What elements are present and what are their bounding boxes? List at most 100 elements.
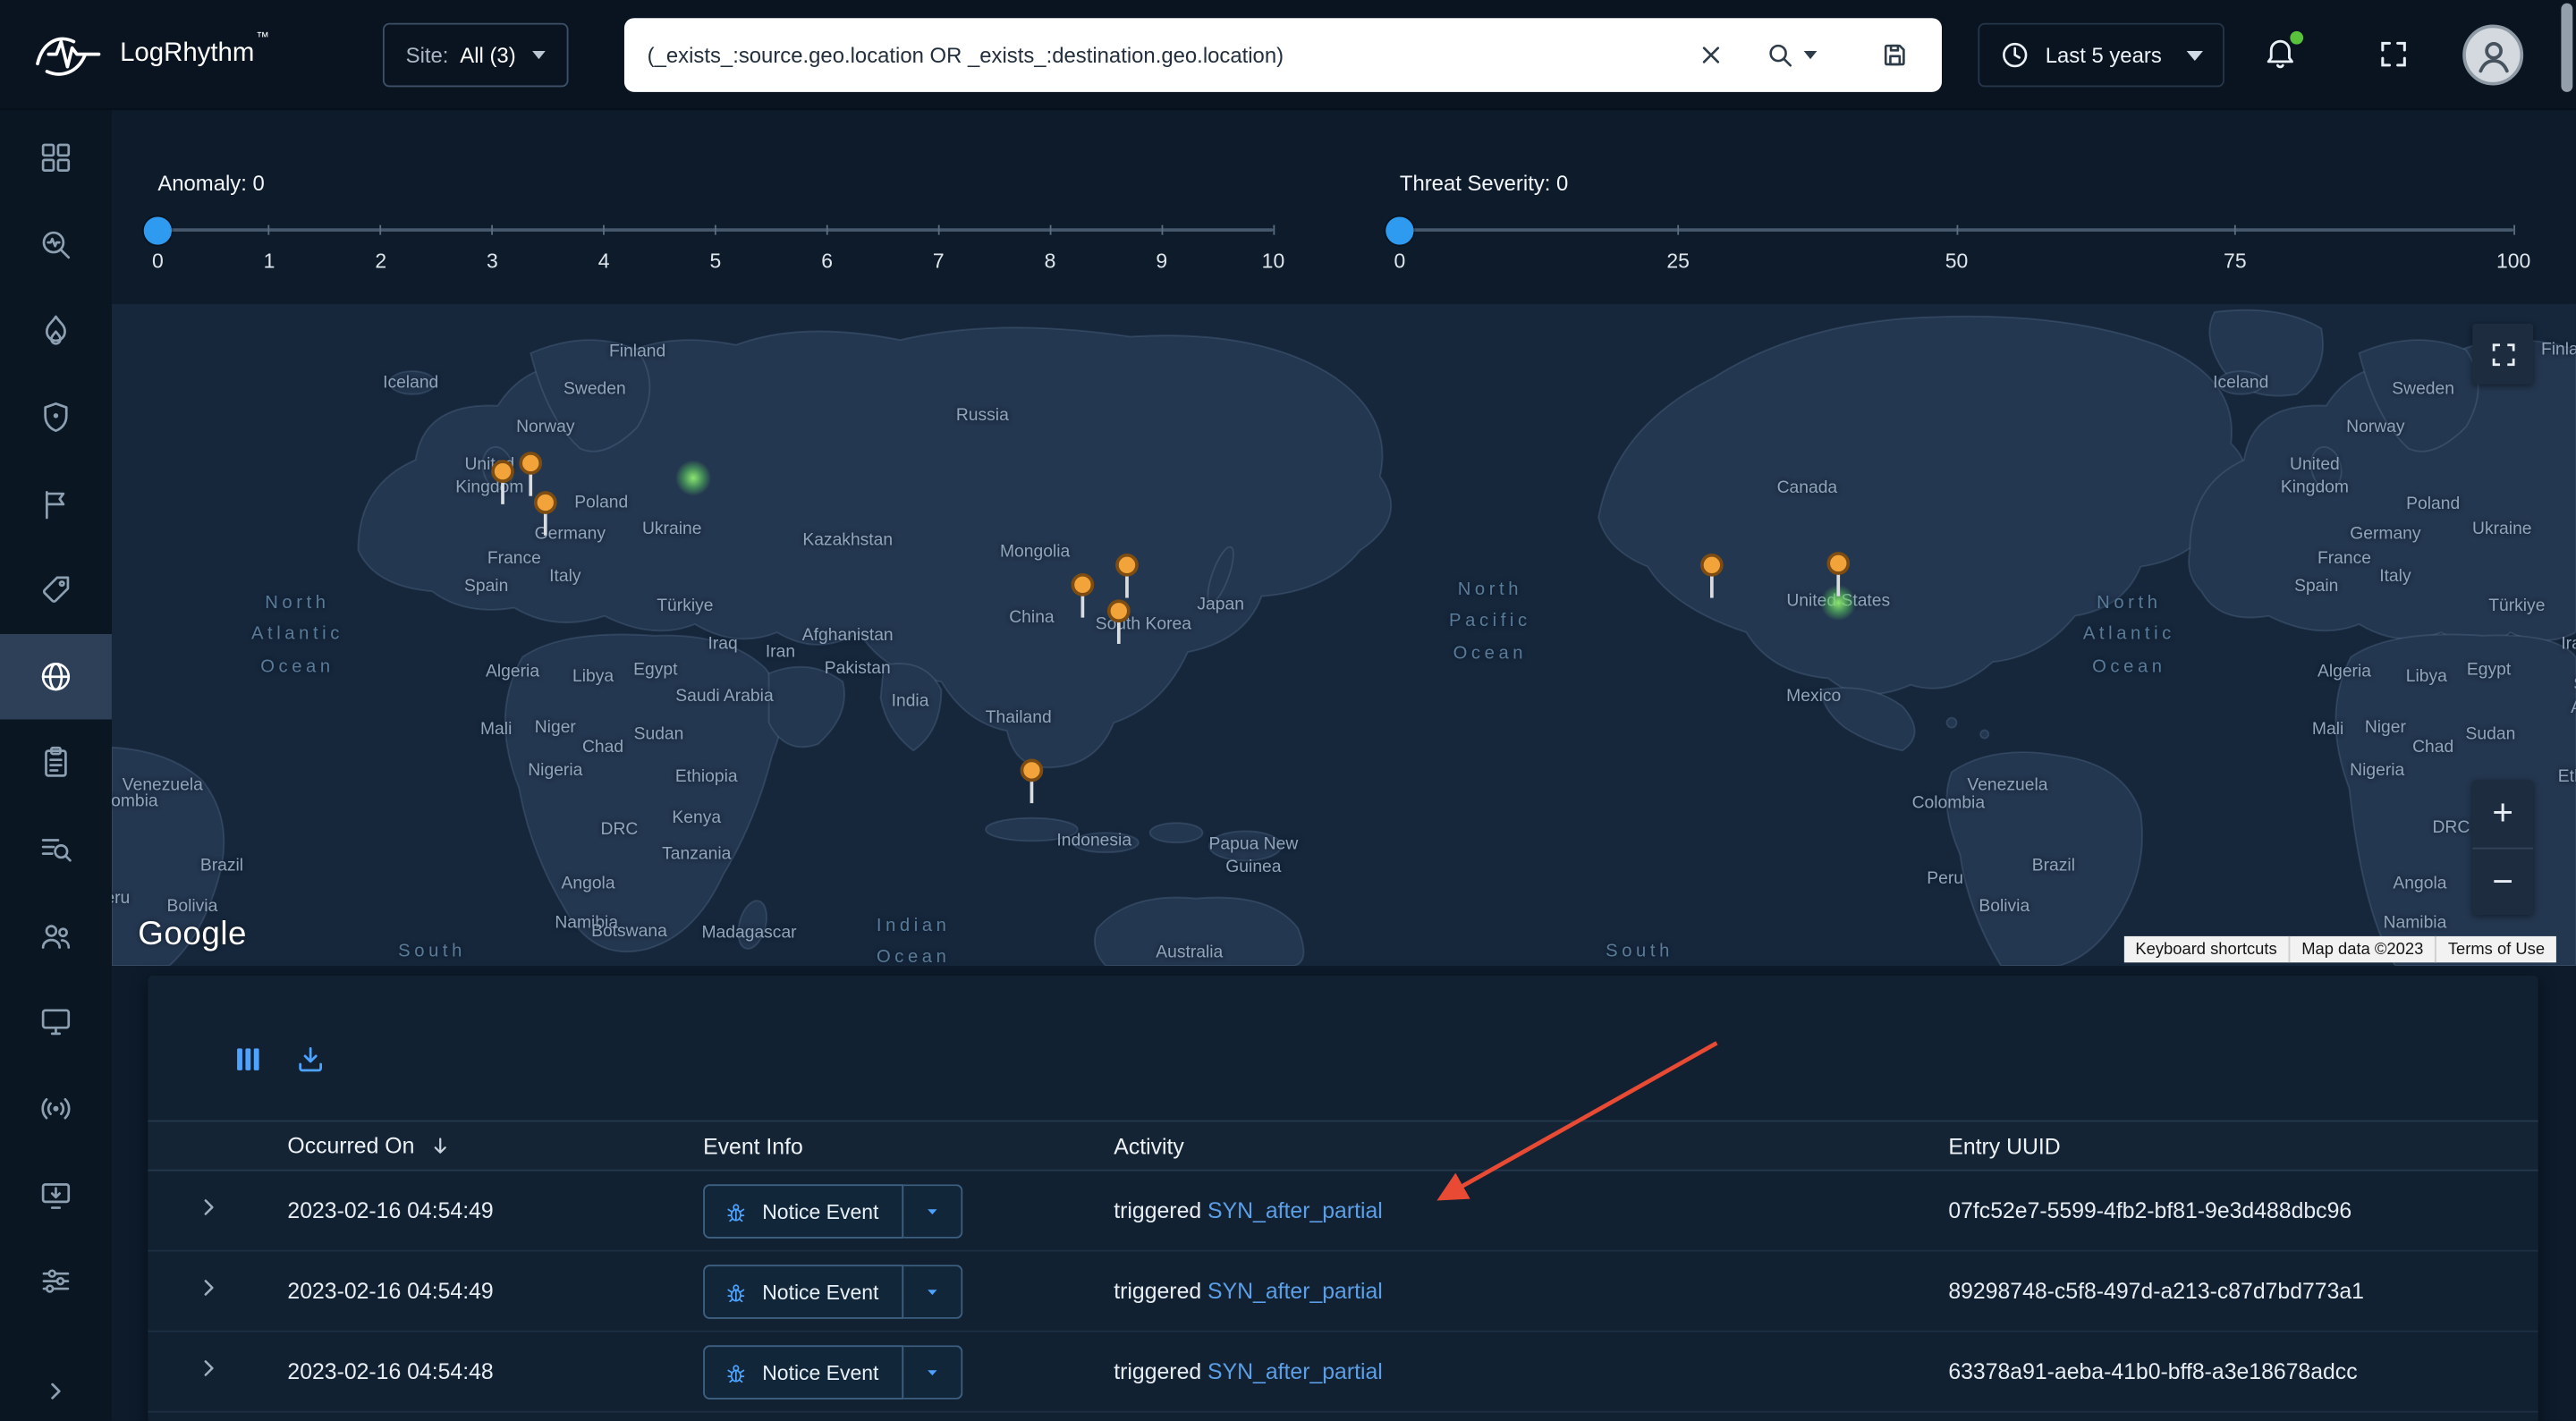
slider-tick-label: 8	[1045, 250, 1056, 273]
table-toolbar	[148, 976, 2538, 1121]
map-pin[interactable]	[534, 491, 557, 537]
sidebar-item-list-search[interactable]	[0, 807, 112, 892]
search-button[interactable]	[1755, 30, 1804, 80]
slider-tick-label: 7	[933, 250, 945, 273]
save-search-button[interactable]	[1869, 30, 1919, 80]
anomaly-slider-handle[interactable]	[144, 216, 172, 244]
row-expander[interactable]	[194, 1353, 230, 1389]
person-icon	[2471, 34, 2514, 77]
slider-tick	[1049, 225, 1051, 235]
clear-search-button[interactable]	[1685, 30, 1734, 80]
sidebar-item-search-pulse[interactable]	[0, 201, 112, 287]
slider-tick	[380, 225, 382, 235]
sidebar-item-broadcast[interactable]	[0, 1066, 112, 1152]
map-zoom-control: + −	[2472, 780, 2533, 915]
sidebar-item-clipboard[interactable]	[0, 720, 112, 806]
geo-map[interactable]: FinlandIcelandSwedenNorwayRussiaUnited K…	[112, 304, 2576, 966]
chevron-right-icon	[194, 1353, 224, 1383]
events-panel: Occurred On Event Info Activity Entry UU…	[148, 976, 2538, 1421]
fullscreen-icon	[2377, 38, 2411, 71]
bug-icon	[723, 1279, 749, 1305]
time-range-selector[interactable]: Last 5 years	[1978, 23, 2224, 88]
site-label: Site:	[406, 43, 449, 68]
search-icon	[1766, 41, 1793, 69]
map-pin[interactable]	[1021, 759, 1044, 805]
notifications-button[interactable]	[2262, 35, 2301, 74]
threat-slider-handle[interactable]	[1385, 216, 1413, 244]
sidebar-item-tag[interactable]	[0, 547, 112, 633]
slider-tick-label: 2	[375, 250, 386, 273]
sidebar-item-people[interactable]	[0, 893, 112, 979]
notice-event-caret[interactable]	[903, 1184, 962, 1239]
threat-slider-label: Threat Severity: 0	[1400, 171, 1568, 196]
anomaly-slider-track[interactable]: 012345678910	[157, 228, 1273, 232]
map-fullscreen-button[interactable]	[2472, 324, 2533, 385]
slider-tick-label: 50	[1945, 250, 1969, 273]
uuid-cell: 89298748-c5f8-497d-a213-c87d7bd773a1	[1948, 1279, 2364, 1304]
pin-ball	[1115, 554, 1139, 577]
table-header: Occurred On Event Info Activity Entry UU…	[148, 1121, 2538, 1171]
fullscreen-icon	[2488, 339, 2518, 368]
chevron-down-icon	[919, 1199, 945, 1224]
map-pin[interactable]	[1072, 573, 1095, 619]
slider-tick-label: 25	[1666, 250, 1690, 273]
save-icon	[1880, 41, 1908, 69]
site-selector[interactable]: Site: All (3)	[383, 23, 568, 88]
pin-ball	[1021, 759, 1044, 782]
map-pin[interactable]	[491, 460, 514, 505]
threat-slider-track[interactable]: 0255075100	[1400, 228, 2513, 232]
header-occurred-on[interactable]: Occurred On	[287, 1132, 453, 1158]
sidebar-item-flag[interactable]	[0, 461, 112, 546]
activity-cell: triggered SYN_after_partial	[1114, 1198, 1383, 1223]
fullscreen-button[interactable]	[2377, 38, 2411, 71]
app-window: LogRhythm™ Site: All (3) Last 5 years	[0, 0, 2576, 1421]
flag-icon	[38, 486, 73, 521]
map-pin[interactable]	[1107, 599, 1131, 645]
search-options-caret[interactable]	[1804, 51, 1818, 59]
row-expander[interactable]	[194, 1273, 230, 1308]
search-input[interactable]	[648, 43, 1686, 68]
terms-of-use-link[interactable]: Terms of Use	[2435, 936, 2556, 962]
activity-link[interactable]: SYN_after_partial	[1208, 1198, 1383, 1223]
keyboard-shortcuts-link[interactable]: Keyboard shortcuts	[2124, 936, 2289, 962]
map-pin[interactable]	[1826, 552, 1850, 597]
zoom-out-button[interactable]: −	[2472, 847, 2533, 915]
notice-event-label: Notice Event	[762, 1281, 878, 1304]
slider-tick	[1273, 225, 1275, 235]
sidebar-collapse-button[interactable]	[0, 1366, 112, 1416]
sidebar-item-monitor[interactable]	[0, 979, 112, 1065]
notice-event-button[interactable]: Notice Event	[703, 1265, 903, 1319]
column-settings-button[interactable]	[232, 1043, 267, 1078]
download-icon	[294, 1043, 327, 1076]
map-pin[interactable]	[1115, 554, 1139, 599]
notice-event-button[interactable]: Notice Event	[703, 1184, 903, 1239]
notice-event-button[interactable]: Notice Event	[703, 1345, 903, 1400]
logrhythm-logo[interactable]: LogRhythm™	[33, 26, 269, 81]
sidebar-item-shield[interactable]	[0, 375, 112, 461]
scrollbar-thumb[interactable]	[2561, 4, 2572, 92]
zoom-in-button[interactable]: +	[2472, 780, 2533, 846]
map-pin[interactable]	[1700, 554, 1724, 599]
table-rows: 2023-02-16 04:54:49Notice Eventtriggered…	[148, 1171, 2538, 1413]
bug-icon	[723, 1198, 749, 1224]
row-expander[interactable]	[194, 1192, 230, 1228]
notice-event-caret[interactable]	[903, 1345, 962, 1400]
grid-icon	[38, 140, 73, 175]
pin-ball	[1700, 554, 1724, 577]
list-search-icon	[38, 832, 73, 867]
sidebar-item-grid[interactable]	[0, 115, 112, 201]
activity-link[interactable]: SYN_after_partial	[1208, 1279, 1383, 1304]
user-avatar[interactable]	[2462, 25, 2523, 86]
activity-link[interactable]: SYN_after_partial	[1208, 1359, 1383, 1384]
pin-ball	[1107, 599, 1131, 622]
sidebar-item-sliders[interactable]	[0, 1239, 112, 1324]
header-activity: Activity	[1114, 1133, 1184, 1158]
sidebar-item-flame[interactable]	[0, 288, 112, 374]
notice-event-caret[interactable]	[903, 1265, 962, 1319]
sliders-icon	[38, 1264, 73, 1299]
google-logo[interactable]: Google	[138, 917, 247, 954]
download-button[interactable]	[294, 1043, 330, 1078]
sidebar-item-globe[interactable]	[0, 634, 112, 720]
sidebar-item-monitor-arrow[interactable]	[0, 1153, 112, 1239]
chevron-right-icon	[194, 1192, 224, 1222]
